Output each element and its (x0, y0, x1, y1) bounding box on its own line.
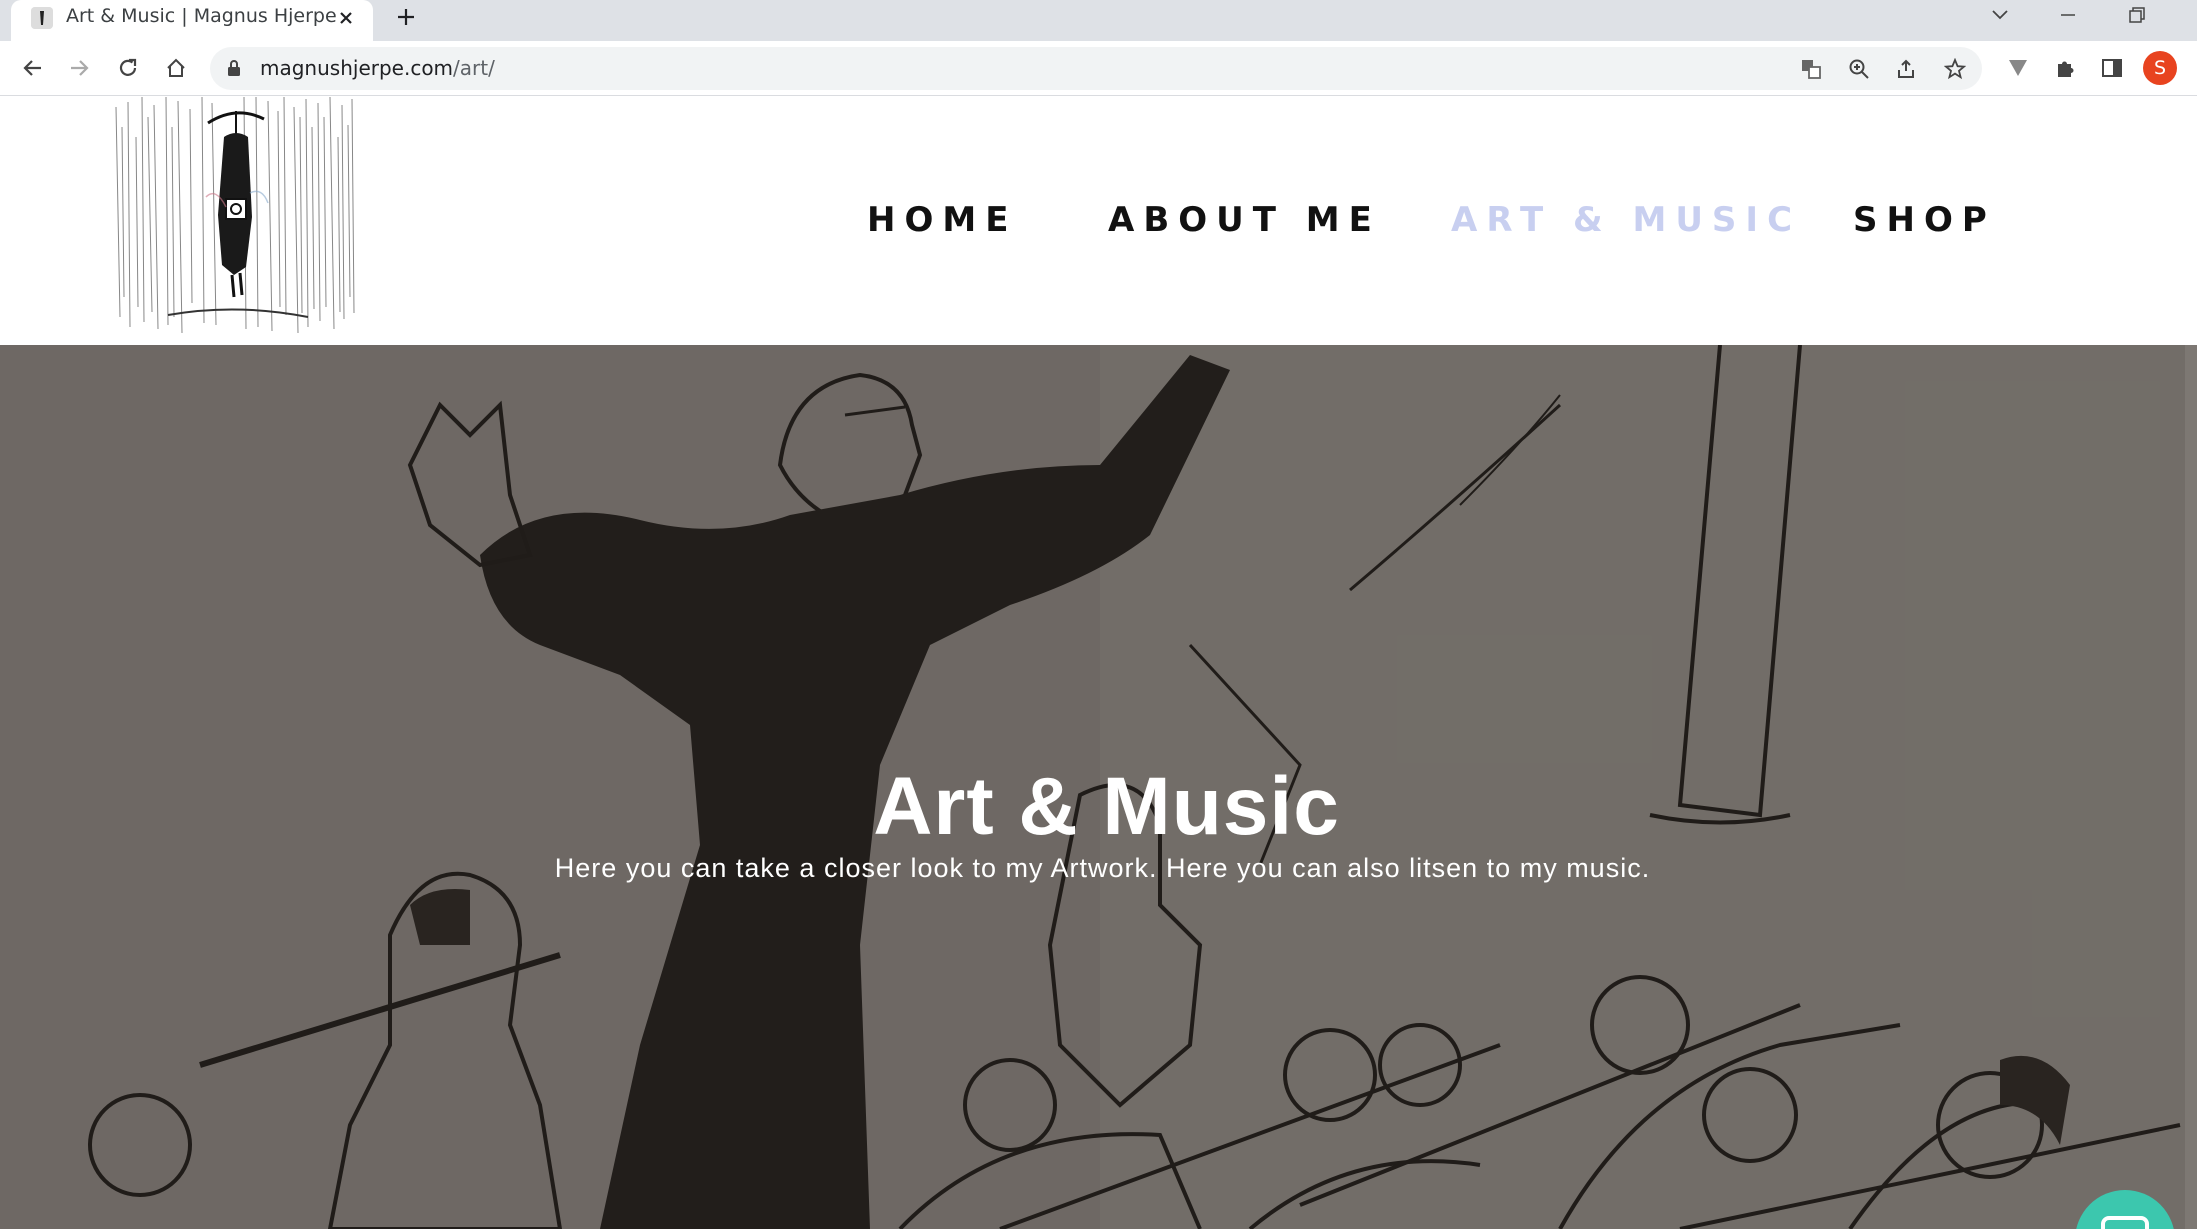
site-favicon-icon (31, 7, 53, 29)
tab-title: Art & Music | Magnus Hjerpe (66, 5, 337, 27)
reload-icon[interactable] (110, 50, 146, 86)
zoom-icon[interactable] (1843, 53, 1875, 85)
minimize-icon[interactable] (2042, 0, 2094, 30)
url-domain: magnushjerpe.com (260, 56, 454, 80)
chat-widget-button[interactable] (2075, 1190, 2175, 1229)
chat-icon (2101, 1216, 2149, 1229)
hero-subtitle: Here you can take a closer look to my Ar… (554, 853, 1651, 883)
restore-icon[interactable] (2111, 0, 2163, 30)
browser-tab[interactable]: Art & Music | Magnus Hjerpe (11, 0, 373, 41)
extensions-puzzle-icon[interactable] (2047, 50, 2083, 86)
forward-icon[interactable] (62, 50, 98, 86)
home-icon[interactable] (158, 50, 194, 86)
lock-icon[interactable] (227, 59, 241, 82)
page-scrollbar[interactable] (2185, 345, 2197, 1229)
url-text[interactable]: magnushjerpe.com/art/ (260, 56, 495, 80)
hero-title: Art & Music (873, 761, 1340, 852)
nav-about-me[interactable]: ABOUT ME (1108, 200, 1381, 240)
close-tab-icon[interactable] (333, 5, 359, 31)
url-path: /art/ (453, 56, 495, 80)
back-icon[interactable] (14, 50, 50, 86)
hero-banner: Art & Music Here you can take a closer l… (0, 345, 2197, 1229)
side-panel-icon[interactable] (2094, 50, 2130, 86)
nav-shop[interactable]: SHOP (1853, 200, 1996, 240)
translate-icon[interactable] (1795, 53, 1827, 85)
nav-home[interactable]: HOME (867, 200, 1017, 240)
nav-art-music[interactable]: ART & MUSIC (1451, 200, 1801, 240)
browser-toolbar: magnushjerpe.com/art/ S (0, 41, 2197, 96)
browser-tab-strip: Art & Music | Magnus Hjerpe (0, 0, 2197, 41)
main-nav: HOME ABOUT ME ART & MUSIC SHOP (0, 200, 2197, 240)
profile-avatar[interactable]: S (2143, 51, 2177, 85)
share-icon[interactable] (1891, 53, 1923, 85)
bookmark-star-icon[interactable] (1939, 53, 1971, 85)
extension-v-icon[interactable] (2000, 50, 2036, 86)
tab-search-icon[interactable] (1974, 0, 2026, 30)
site-header: HOME ABOUT ME ART & MUSIC SHOP (0, 96, 2197, 345)
address-bar[interactable]: magnushjerpe.com/art/ (210, 47, 1982, 90)
new-tab-icon[interactable] (391, 2, 421, 32)
